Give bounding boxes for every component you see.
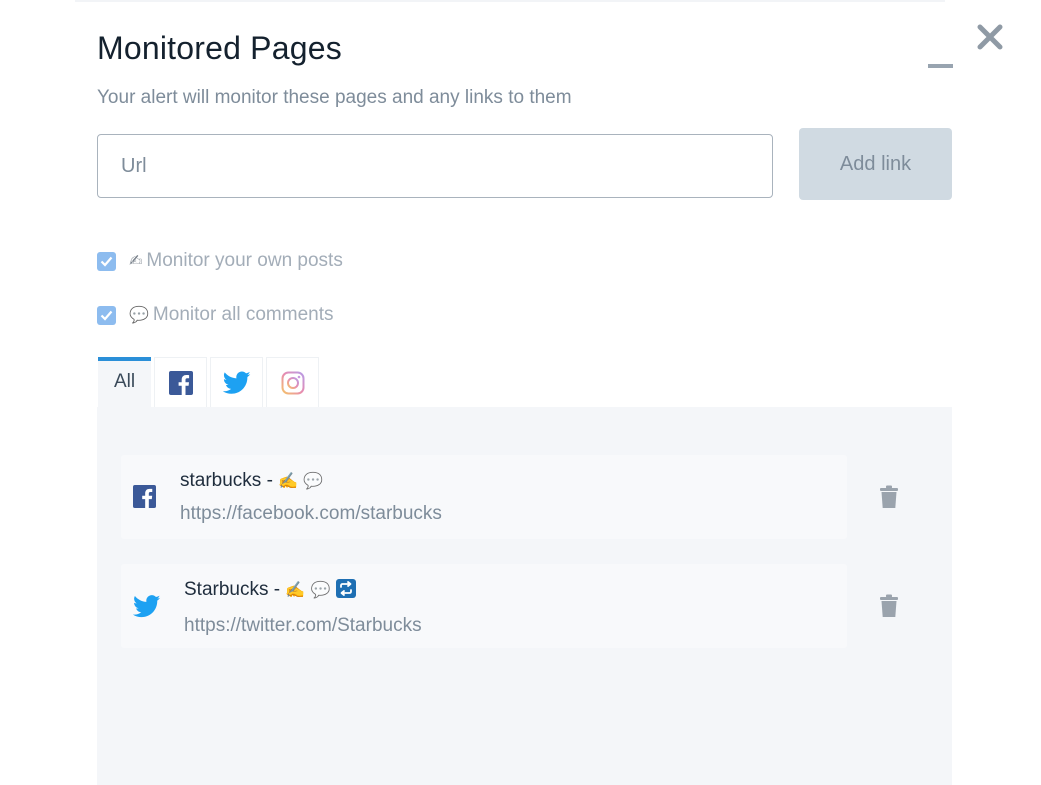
own-posts-checkbox[interactable] [97, 251, 116, 271]
page-subtitle: Your alert will monitor these pages and … [97, 87, 572, 108]
minimize-button[interactable] [928, 64, 953, 68]
check-icon [100, 310, 113, 321]
page-name-text: starbucks - [180, 470, 279, 491]
twitter-icon [222, 370, 251, 394]
tab-twitter[interactable] [210, 357, 263, 407]
writing-hand-icon: ✍️ [278, 473, 299, 490]
facebook-icon [168, 370, 193, 395]
speech-bubble-icon: 💬 [303, 473, 324, 490]
delete-button[interactable] [879, 594, 899, 623]
delete-button[interactable] [879, 485, 899, 514]
option-all-comments[interactable]: 💬 Monitor all comments [97, 304, 333, 326]
all-comments-checkbox[interactable] [97, 305, 116, 325]
retweet-icon [335, 579, 356, 604]
page-url: https://twitter.com/Starbucks [184, 615, 422, 636]
add-link-button[interactable]: Add link [799, 128, 952, 200]
speech-bubble-icon: 💬 [310, 582, 331, 599]
close-button[interactable] [972, 18, 1008, 58]
top-divider [75, 0, 945, 2]
page-name-text: Starbucks - [184, 579, 286, 600]
speech-bubble-icon: 💬 [129, 307, 149, 324]
writing-hand-icon: ✍ [129, 253, 143, 270]
tab-all[interactable]: All [98, 357, 151, 407]
facebook-icon [133, 485, 156, 513]
writing-hand-icon: ✍️ [285, 582, 306, 599]
all-comments-label: Monitor all comments [152, 304, 334, 325]
trash-icon [880, 485, 898, 508]
instagram-icon [281, 371, 304, 394]
tab-all-label: All [113, 371, 136, 392]
twitter-icon [132, 595, 161, 623]
page-name: starbucks - ✍️ 💬 [180, 470, 442, 492]
list-item: Starbucks - ✍️ 💬 https://twitter.com/Sta… [121, 564, 898, 648]
page-name: Starbucks - ✍️ 💬 [184, 579, 422, 604]
page-title: Monitored Pages [97, 30, 342, 66]
page-url: https://facebook.com/starbucks [180, 503, 442, 524]
url-input[interactable] [97, 134, 773, 198]
tab-instagram[interactable] [266, 357, 319, 407]
tab-facebook[interactable] [154, 357, 207, 407]
pages-panel: starbucks - ✍️ 💬 https://facebook.com/st… [97, 407, 952, 785]
own-posts-label: Monitor your own posts [146, 250, 343, 271]
option-own-posts[interactable]: ✍ Monitor your own posts [97, 250, 343, 272]
network-tabs: All [98, 357, 322, 407]
list-item: starbucks - ✍️ 💬 https://facebook.com/st… [121, 455, 898, 539]
close-icon [977, 24, 1003, 50]
check-icon [100, 256, 113, 267]
trash-icon [880, 594, 898, 617]
